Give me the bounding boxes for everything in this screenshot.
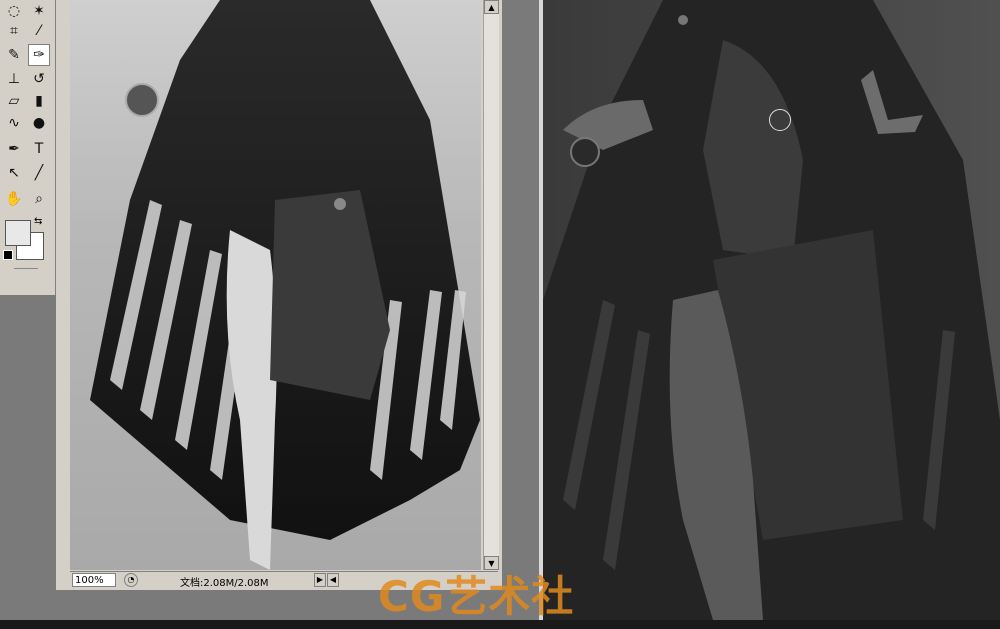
brush-cursor-icon bbox=[769, 109, 791, 131]
lasso-tool-icon[interactable]: ◌ bbox=[3, 0, 25, 22]
clone-stamp-tool-icon[interactable]: ⊥ bbox=[3, 68, 25, 90]
line-tool-icon[interactable]: ╱ bbox=[28, 162, 50, 184]
artwork-figure bbox=[90, 0, 480, 570]
healing-brush-tool-icon[interactable]: ✎ bbox=[3, 44, 25, 66]
hand-tool-icon[interactable]: ✋ bbox=[3, 188, 25, 210]
path-selection-tool-icon[interactable]: ↖ bbox=[3, 162, 25, 184]
bottom-edge bbox=[0, 620, 1000, 629]
zoom-level-field[interactable]: 100% bbox=[72, 573, 116, 587]
zoomed-artwork-figure bbox=[543, 0, 1000, 620]
type-tool-icon[interactable]: T bbox=[28, 138, 50, 160]
brush-tool-icon[interactable]: ✑ bbox=[28, 44, 50, 66]
navigator-icon[interactable]: ◔ bbox=[124, 573, 138, 587]
gradient-tool-icon[interactable]: ▮ bbox=[28, 90, 50, 112]
magic-wand-tool-icon[interactable]: ✶ bbox=[28, 0, 50, 22]
watermark-logo: CG艺术社 bbox=[378, 572, 575, 621]
status-menu-arrow-button[interactable]: ▶ bbox=[314, 573, 326, 587]
zoomed-canvas[interactable] bbox=[543, 0, 1000, 620]
eyedropper-tool-icon[interactable]: ⁄ bbox=[28, 20, 50, 42]
workspace-background bbox=[0, 295, 55, 629]
foreground-color-swatch[interactable] bbox=[5, 220, 31, 246]
document-canvas[interactable] bbox=[70, 0, 481, 570]
scroll-up-button[interactable]: ▲ bbox=[484, 0, 499, 14]
scroll-left-button[interactable]: ◀ bbox=[327, 573, 339, 587]
eraser-tool-icon[interactable]: ▱ bbox=[3, 90, 25, 112]
dodge-tool-icon[interactable]: ● bbox=[28, 112, 50, 134]
crop-tool-icon[interactable]: ⌗ bbox=[3, 20, 25, 42]
smudge-tool-icon[interactable]: ∿ bbox=[3, 112, 25, 134]
toolbox: ◌ ✶ ⌗ ⁄ ✎ ✑ ⊥ ↺ ▱ ▮ ∿ ● ✒ T ↖ ╱ ✋ ⌕ ⇆ bbox=[0, 0, 56, 295]
pen-tool-icon[interactable]: ✒ bbox=[3, 138, 25, 160]
document-size-info: 文档:2.08M/2.08M bbox=[180, 578, 269, 589]
toolbox-divider bbox=[14, 268, 38, 269]
default-colors-icon[interactable] bbox=[3, 250, 13, 260]
zoom-tool-icon[interactable]: ⌕ bbox=[28, 188, 50, 210]
history-brush-tool-icon[interactable]: ↺ bbox=[28, 68, 50, 90]
swap-colors-icon[interactable]: ⇆ bbox=[34, 216, 42, 227]
vertical-scrollbar[interactable]: ▲ ▼ bbox=[483, 0, 499, 570]
